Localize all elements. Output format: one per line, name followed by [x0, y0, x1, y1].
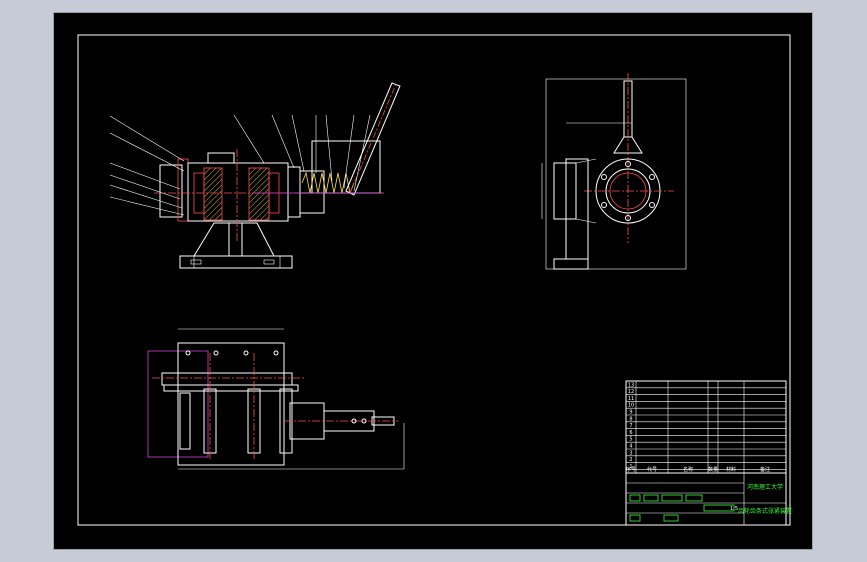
header-code: 代号 — [647, 466, 657, 473]
leader-8 — [271, 114, 295, 169]
parts-row-number: 9 — [629, 410, 632, 416]
leader-7 — [233, 114, 265, 164]
header-material: 材料 — [726, 466, 736, 473]
leader-4 — [109, 174, 181, 200]
header-qty: 数量 — [708, 466, 718, 473]
parts-row-number: 13 — [628, 382, 634, 388]
section-hatch-right — [248, 167, 270, 221]
top-view — [147, 328, 405, 470]
parts-row-number: 3 — [629, 450, 632, 456]
top-upper-bar — [161, 372, 293, 386]
side-view — [541, 73, 687, 270]
pedestal — [193, 222, 230, 257]
leader-9 — [291, 114, 305, 172]
parts-row-number: 4 — [629, 444, 632, 450]
lever-arm — [345, 82, 401, 196]
rack-housing-2 — [311, 140, 381, 194]
top-plate — [177, 342, 285, 466]
side-housing — [553, 162, 577, 220]
housing-flange-left — [177, 158, 189, 222]
section-hatch-left — [203, 167, 223, 221]
header-name: 名称 — [683, 466, 693, 473]
parts-row-number: 6 — [629, 430, 632, 436]
side-bracket — [565, 158, 589, 260]
parts-row-number: 2 — [629, 457, 632, 463]
parts-row-number: 5 — [629, 437, 632, 443]
top-bolt-2 — [213, 350, 219, 356]
leader-12 — [343, 114, 355, 189]
parts-row-number: 12 — [628, 389, 634, 395]
drawing-canvas: 13121110987654321 河南理工大学 齿轮齿条式张紧装置 1:5 序… — [77, 34, 792, 526]
top-bolt-3 — [243, 350, 249, 356]
base-plate — [179, 255, 293, 269]
green-cells — [629, 494, 735, 522]
leader-11 — [325, 114, 333, 182]
parts-rows: 13121110987654321 — [626, 382, 786, 470]
parts-row-number: 11 — [628, 396, 634, 402]
base-foot-right — [263, 259, 275, 265]
side-body-line-1 — [575, 158, 597, 164]
green-cell-7 — [663, 514, 679, 522]
green-cell-6 — [629, 514, 641, 522]
header-seq: 序号 — [626, 466, 636, 473]
drawing-sheet: 13 12 11 10 9 8 7 6 5 4 3 2 1 河南理工大学 齿轮齿条式张紧装置 1:5 — [54, 13, 812, 549]
side-body-line-2 — [575, 218, 597, 224]
bolt-hole-2 — [649, 174, 655, 180]
top-bolt-1 — [185, 350, 191, 356]
green-cell-4 — [685, 494, 703, 502]
side-bounding-dim — [545, 78, 687, 270]
bolt-hole-6 — [601, 174, 607, 180]
pedestal-right — [241, 222, 275, 257]
bolt-hole-5 — [601, 202, 607, 208]
base-foot-left — [190, 259, 202, 265]
header-note: 备注 — [760, 466, 770, 473]
housing-main — [187, 162, 289, 222]
drawing-border — [77, 34, 791, 526]
top-bolt-4 — [273, 350, 279, 356]
leader-5 — [109, 184, 183, 209]
flange-right — [287, 166, 301, 218]
side-base — [553, 258, 589, 270]
green-cell-3 — [661, 494, 683, 502]
leader-6 — [109, 196, 185, 216]
university-name: 河南理工大学 — [747, 483, 783, 491]
cad-viewport[interactable]: 13 12 11 10 9 8 7 6 5 4 3 2 1 河南理工大学 齿轮齿条式张紧装置 1:5 — [0, 0, 867, 562]
title-frame — [625, 472, 787, 526]
title-block: 13121110987654321 河南理工大学 齿轮齿条式张紧装置 1:5 序… — [625, 380, 792, 526]
leader-3 — [109, 162, 181, 190]
green-cell-2 — [643, 494, 659, 502]
parts-row-number: 10 — [628, 403, 634, 409]
housing-left-cap — [159, 164, 183, 218]
housing-top — [207, 152, 235, 164]
parts-row-number: 7 — [629, 423, 632, 429]
top-rail — [163, 384, 299, 392]
leader-13 — [353, 114, 371, 192]
pedestal-web — [228, 222, 243, 257]
drawing-title: 齿轮齿条式张紧装置 — [738, 507, 792, 515]
front-view — [109, 82, 401, 269]
bolt-hole-3 — [649, 202, 655, 208]
parts-row-number: 8 — [629, 416, 632, 422]
top-block-3 — [179, 392, 191, 450]
green-cell-1 — [629, 494, 641, 502]
